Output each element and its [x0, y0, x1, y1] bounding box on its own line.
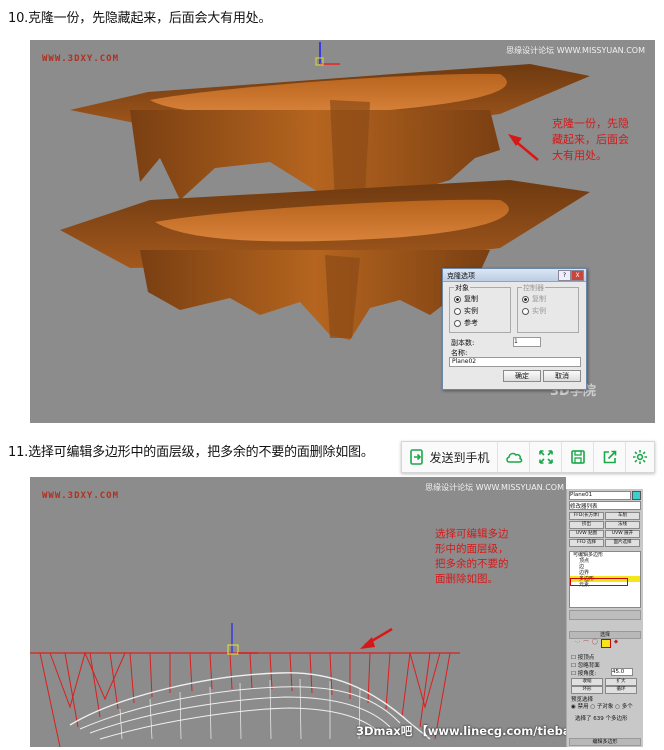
- radio-reference[interactable]: 参考: [454, 318, 478, 328]
- mod-btn-ffd-select[interactable]: FFD 选择: [569, 539, 604, 547]
- edge-mode-icon[interactable]: ⌒: [583, 639, 589, 648]
- send-to-phone-icon: [410, 449, 424, 465]
- mod-btn-normal[interactable]: 法线: [605, 521, 640, 529]
- bottom-watermark: 3Dmax吧 【www.linecg.com/tieba/1771】: [356, 724, 566, 738]
- cloud-button[interactable]: [498, 442, 530, 472]
- clone-options-dialog[interactable]: 克隆选项 ? X 对象 复制 实例 参考 控制器 复制 实例 副本数: 1 名称…: [442, 268, 587, 390]
- controller-group: 控制器 复制 实例: [517, 283, 579, 333]
- cancel-button[interactable]: 取消: [543, 370, 581, 382]
- object-group-caption: 对象: [454, 283, 470, 293]
- radio-copy[interactable]: 复制: [454, 294, 478, 304]
- edit-polygon-rollout-header[interactable]: 编辑多边形: [569, 738, 641, 746]
- checkbox-by-angle[interactable]: ☐ 按角度:: [571, 669, 596, 677]
- vertex-mode-icon[interactable]: ·.·: [575, 639, 580, 648]
- dialog-titlebar[interactable]: 克隆选项 ? X: [443, 269, 586, 282]
- checkbox-by-vertex[interactable]: ☐ 按顶点: [571, 653, 594, 661]
- watermark-3dxy-2: WWW.3DXY.COM: [42, 491, 120, 501]
- loop-button[interactable]: 循环: [605, 686, 637, 694]
- ok-button[interactable]: 确定: [503, 370, 541, 382]
- radio-instance[interactable]: 实例: [454, 306, 478, 316]
- border-mode-icon[interactable]: ◯: [592, 639, 598, 648]
- save-icon: [570, 450, 585, 464]
- step-10-caption: 10.克隆一份，先隐藏起来，后面会大有用处。: [8, 11, 272, 26]
- copies-spinner[interactable]: 1: [513, 337, 541, 347]
- subobject-icons[interactable]: ·.· ⌒ ◯ ◆: [575, 639, 635, 648]
- shrink-button[interactable]: 收缩: [571, 678, 603, 686]
- gear-icon: [633, 450, 647, 464]
- share-toolbar[interactable]: 发送到手机: [401, 441, 655, 473]
- send-to-phone-button[interactable]: 发送到手机: [402, 442, 498, 472]
- angle-input[interactable]: 45.0: [611, 668, 633, 676]
- grow-button[interactable]: 扩大: [605, 678, 637, 686]
- share-button[interactable]: [594, 442, 626, 472]
- save-button[interactable]: [562, 442, 594, 472]
- copies-label: 副本数:: [451, 339, 475, 347]
- stack-toolbar[interactable]: [569, 610, 641, 620]
- help-button[interactable]: ?: [558, 270, 571, 281]
- name-input[interactable]: Plane02: [449, 357, 581, 367]
- object-group: 对象 复制 实例 参考: [449, 283, 511, 333]
- modifier-list-dropdown[interactable]: 修改器列表: [569, 501, 641, 510]
- checkbox-ignore-backfacing[interactable]: ☐ 忽略背面: [571, 661, 600, 669]
- watermark-3dxy: WWW.3DXY.COM: [42, 54, 120, 64]
- mod-btn-ffd[interactable]: FFD(长方体): [569, 512, 604, 520]
- viewport-clone-step[interactable]: WWW.3DXY.COM 思缘设计论坛 WWW.MISSYUAN.COM 克隆一…: [30, 40, 655, 423]
- object-name-field[interactable]: Plane01: [569, 491, 631, 500]
- radio-controller-copy: 复制: [522, 294, 546, 304]
- modifier-panel[interactable]: Plane01 修改器列表 FFD(长方体) 车削 挤出 法线 UVW 贴图 U…: [566, 489, 643, 747]
- annotation-delete-faces: 选择可编辑多边 形中的面层级， 把多余的不要的 面删除如图。: [435, 528, 509, 585]
- modifier-stack[interactable]: 可编辑多边形 顶点 边 边界 多边形 元素: [569, 551, 641, 608]
- selection-status: 选择了 639 个多边形: [575, 716, 628, 722]
- mod-btn-uvw-map[interactable]: UVW 贴图: [569, 530, 604, 538]
- share-icon: [603, 450, 616, 464]
- send-to-phone-label: 发送到手机: [429, 450, 490, 465]
- site-tag: 思缘设计论坛 WWW.MISSYUAN.COM: [506, 46, 645, 55]
- expand-icon: [538, 450, 553, 464]
- controller-group-caption: 控制器: [522, 283, 545, 293]
- element-mode-icon[interactable]: ◆: [614, 639, 618, 648]
- cloud-icon: [505, 452, 522, 463]
- polygon-highlight-box: [570, 578, 628, 586]
- object-color-swatch[interactable]: [632, 491, 641, 500]
- selection-rollout-header[interactable]: 选择: [569, 631, 641, 639]
- radio-controller-instance: 实例: [522, 306, 546, 316]
- close-button[interactable]: X: [571, 270, 584, 281]
- mod-btn-uvw-unwrap[interactable]: UVW 展开: [605, 530, 640, 538]
- settings-button[interactable]: [626, 442, 654, 472]
- site-tag-2: 思缘设计论坛 WWW.MISSYUAN.COM: [425, 483, 564, 492]
- dialog-title: 克隆选项: [447, 272, 475, 280]
- step-11-caption: 11.选择可编辑多边形中的面层级，把多余的不要的面删除如图。: [8, 445, 374, 460]
- preview-options[interactable]: ◉ 禁用 ○ 子对象 ○ 多个: [571, 702, 633, 710]
- mod-btn-extrude[interactable]: 挤出: [569, 521, 604, 529]
- mod-btn-lathe[interactable]: 车削: [605, 512, 640, 520]
- annotation-clone: 克隆一份，先隐 藏起来，后面会 大有用处。: [552, 117, 629, 162]
- expand-button[interactable]: [530, 442, 562, 472]
- ring-button[interactable]: 环形: [571, 686, 603, 694]
- wireframe-render: [30, 623, 460, 747]
- polygon-mode-icon[interactable]: [600, 639, 611, 648]
- mod-btn-patch-select[interactable]: 面片选择: [605, 539, 640, 547]
- viewport-delete-faces-step[interactable]: WWW.3DXY.COM 思缘设计论坛 WWW.MISSYUAN.COM 选择可…: [30, 477, 566, 747]
